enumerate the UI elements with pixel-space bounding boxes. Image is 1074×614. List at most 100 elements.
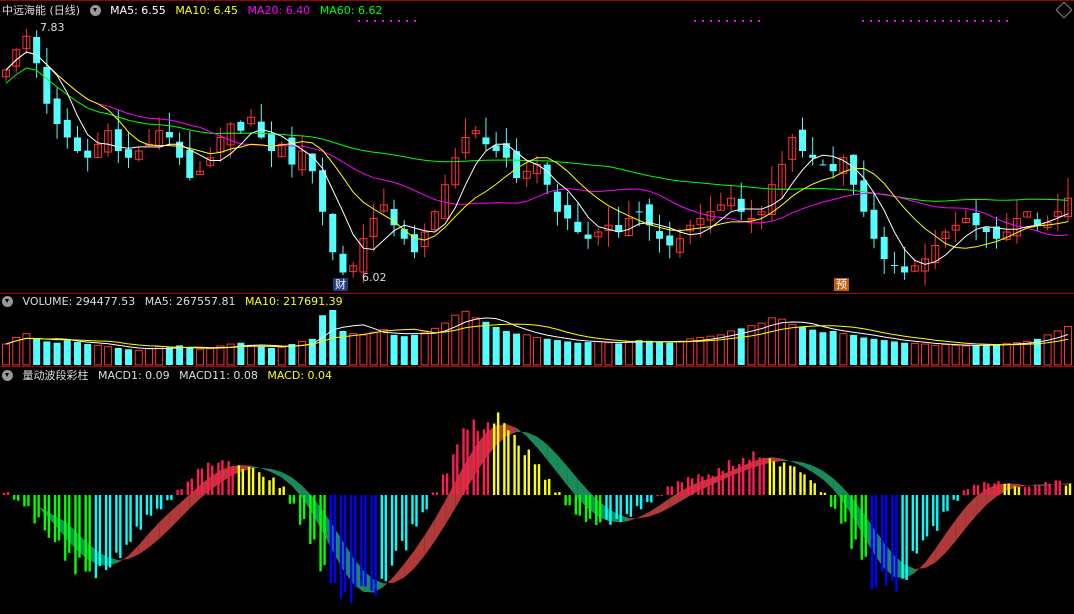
volume-bar-up	[1002, 342, 1011, 366]
volume-bar-up	[216, 345, 225, 366]
macd-bar	[370, 495, 373, 591]
macd-bar	[84, 495, 87, 572]
macd-bar	[139, 495, 142, 530]
macd-bar	[891, 495, 894, 581]
volume-bar-up	[196, 348, 205, 366]
macd-bar	[94, 495, 98, 579]
event-marker	[998, 20, 1000, 22]
macd-bar	[180, 489, 183, 495]
macd-bar	[1034, 484, 1037, 495]
macd-ribbon-segment	[159, 512, 170, 539]
macd-bar	[850, 495, 853, 549]
event-marker	[974, 20, 976, 22]
forecast-badge[interactable]: 预	[834, 278, 849, 291]
volume-bar-up	[144, 348, 153, 366]
volume-bar-down	[125, 349, 133, 365]
settings-circle-icon[interactable]	[89, 5, 101, 16]
macd-bar	[635, 495, 639, 507]
event-marker	[398, 20, 400, 22]
volume-bar-up	[1064, 325, 1072, 366]
macd-ribbon-segment	[945, 519, 956, 553]
macd-bar	[742, 457, 745, 495]
volume-bar-up	[134, 350, 143, 366]
macd-bar	[758, 457, 761, 495]
macd-ribbon-segment	[434, 500, 446, 542]
macd-bar	[983, 482, 986, 495]
volume-bar-down	[615, 343, 623, 365]
candle-down	[543, 164, 551, 185]
macd-bar	[946, 495, 949, 511]
macd-bar	[384, 495, 388, 582]
candle-down	[584, 234, 592, 239]
macd-bar	[2, 492, 6, 495]
event-marker	[902, 20, 904, 22]
macd-bar	[374, 495, 377, 596]
candle-down	[666, 235, 674, 246]
macd-ribbon-segment	[792, 460, 803, 467]
macd-bar	[921, 495, 925, 541]
candle-down	[339, 253, 347, 273]
macd-bar	[104, 495, 108, 571]
macd-bar	[159, 495, 163, 510]
volume-bar-up	[839, 333, 848, 366]
event-marker	[382, 20, 384, 22]
candle-down	[329, 213, 337, 253]
macd-settings-icon[interactable]	[2, 370, 13, 381]
macd-ribbon-segment	[394, 563, 405, 583]
macd-bar	[513, 434, 516, 495]
candle-down	[880, 236, 888, 259]
macd-bar	[288, 495, 292, 504]
candle-down	[635, 211, 643, 213]
macd-bar	[942, 495, 945, 512]
candle-down	[819, 164, 827, 166]
macd-bar	[936, 495, 939, 531]
macd-bar	[258, 472, 261, 495]
macd-ribbon-segment	[404, 550, 415, 578]
macd-bar	[313, 495, 316, 540]
macd-bar	[282, 486, 285, 495]
macd-bar	[421, 495, 424, 513]
macd-bar	[932, 495, 935, 526]
candle-down	[829, 164, 837, 172]
event-marker	[390, 20, 392, 22]
macd-ribbon-segment	[914, 562, 926, 573]
volume-bar-down	[513, 333, 521, 365]
macd-bar	[799, 472, 802, 495]
volume-bar-up	[369, 331, 378, 366]
volume-settings-icon[interactable]	[2, 296, 13, 307]
macd-bar	[1064, 485, 1068, 495]
ma20-label: MA20: 6.40	[247, 4, 311, 17]
macd-ribbon-segment	[628, 517, 640, 521]
candle-down	[43, 66, 51, 104]
macd-bar	[619, 495, 622, 523]
volume-bar-up	[1012, 342, 1021, 366]
financial-report-badge[interactable]: 财	[333, 278, 348, 291]
volume-bar-down	[268, 347, 275, 365]
event-marker	[406, 20, 408, 22]
volume-bar-down	[829, 330, 837, 365]
macd-bar	[27, 495, 30, 507]
macd-bar	[639, 495, 643, 510]
macd-bar	[251, 468, 255, 495]
volume-bar-up	[349, 333, 358, 366]
macd-bar	[33, 495, 36, 524]
volume-bar-up	[910, 342, 919, 366]
macd-bar	[241, 468, 245, 495]
macd-ribbon-segment	[649, 505, 660, 517]
macd-bar	[686, 477, 690, 495]
macd-bar	[339, 495, 343, 599]
macd-bar	[441, 474, 445, 495]
macd-bar	[166, 495, 169, 501]
macd-bar	[782, 462, 786, 495]
volume-bar-up	[624, 341, 633, 366]
event-marker	[750, 20, 752, 22]
macd-bar	[247, 466, 251, 495]
macd-bar	[962, 490, 966, 495]
macd-bar	[380, 495, 384, 579]
macd-bar	[496, 412, 500, 495]
volume-bar-down	[482, 321, 490, 365]
macd-ribbon-segment	[261, 467, 272, 473]
macd-bar	[625, 495, 629, 514]
ma10-label: MA10: 6.45	[175, 4, 239, 17]
macd-bar	[768, 458, 772, 495]
